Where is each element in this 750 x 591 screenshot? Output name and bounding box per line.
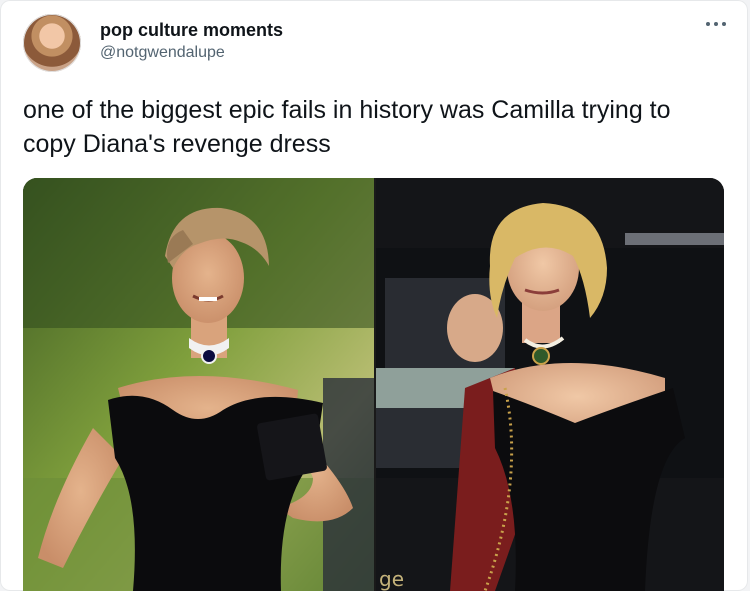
tweet-card: pop culture moments @notgwendalupe one o… [0, 0, 748, 591]
media-divider [374, 178, 376, 591]
more-horizontal-icon[interactable] [704, 18, 728, 30]
author-handle[interactable]: @notgwendalupe [100, 44, 225, 62]
tweet-text: one of the biggest epic fails in history… [23, 96, 671, 158]
photo-diana[interactable] [23, 178, 375, 591]
photo-camilla[interactable]: ge [375, 178, 724, 591]
author-name[interactable]: pop culture moments [100, 20, 283, 41]
avatar[interactable] [23, 14, 81, 72]
photo-corner-text: ge [379, 567, 404, 591]
tweet-media[interactable]: ge [23, 178, 724, 591]
